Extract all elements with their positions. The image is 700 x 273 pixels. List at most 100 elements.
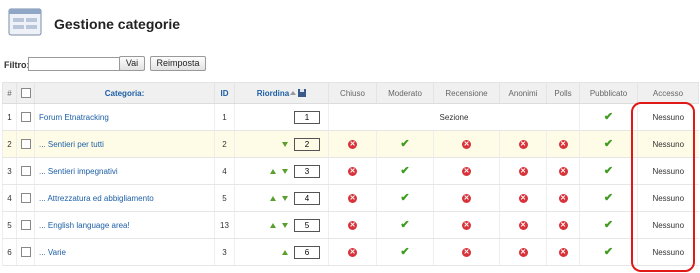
col-category[interactable]: Categoria:: [34, 82, 215, 104]
category-manager-icon: [8, 8, 42, 36]
move-down-icon[interactable]: [282, 222, 288, 228]
access-cell[interactable]: Nessuno: [637, 238, 699, 266]
move-down-icon[interactable]: [282, 168, 288, 174]
check-icon[interactable]: ✔: [604, 192, 613, 204]
access-cell[interactable]: Nessuno: [637, 103, 699, 131]
check-icon[interactable]: ✔: [604, 219, 613, 231]
access-cell[interactable]: Nessuno: [637, 211, 699, 239]
cross-icon[interactable]: ✕: [518, 247, 528, 257]
row-checkbox[interactable]: [20, 193, 31, 203]
row-id: 3: [214, 238, 235, 266]
check-icon[interactable]: ✔: [604, 165, 613, 177]
review-cell: ✕: [433, 130, 500, 158]
check-icon[interactable]: ✔: [604, 246, 613, 258]
move-up-icon[interactable]: [270, 168, 276, 174]
cross-icon[interactable]: ✕: [462, 220, 471, 230]
col-id[interactable]: ID: [214, 82, 235, 104]
cross-icon[interactable]: ✕: [348, 193, 357, 203]
move-up-icon[interactable]: [270, 222, 276, 228]
polls-cell: ✕: [546, 211, 580, 239]
order-input[interactable]: 4: [294, 191, 320, 205]
category-link[interactable]: ... Sentieri per tutti: [39, 140, 104, 149]
order-input[interactable]: 2: [294, 137, 320, 151]
cross-icon[interactable]: ✕: [348, 139, 357, 149]
go-button[interactable]: Vai: [119, 56, 145, 71]
move-down-icon[interactable]: [282, 141, 288, 147]
cross-icon[interactable]: ✕: [558, 247, 568, 257]
category-link[interactable]: ... Attrezzatura ed abbigliamento: [39, 194, 154, 203]
row-checkbox[interactable]: [20, 220, 31, 230]
row-checkbox[interactable]: [20, 166, 31, 176]
cross-icon[interactable]: ✕: [348, 220, 357, 230]
cross-icon[interactable]: ✕: [558, 220, 568, 230]
cross-icon[interactable]: ✕: [348, 247, 357, 257]
order-input[interactable]: 1: [294, 110, 320, 124]
category-link[interactable]: ... Sentieri impegnativi: [39, 167, 118, 176]
row-num: 3: [2, 157, 17, 185]
table-row: 1 Forum Etnatracking 1 1 Sezione ✔ Nessu…: [2, 103, 699, 131]
row-checkbox[interactable]: [20, 112, 31, 122]
category-link[interactable]: ... Varie: [39, 248, 66, 257]
cross-icon[interactable]: ✕: [462, 193, 471, 203]
col-review: Recensione: [433, 82, 500, 104]
moderated-cell: ✔: [376, 130, 434, 158]
access-cell[interactable]: Nessuno: [637, 184, 699, 212]
filter-input[interactable]: [28, 57, 120, 71]
order-input[interactable]: 5: [294, 218, 320, 232]
order-header-label[interactable]: Riordina: [257, 89, 289, 98]
row-id: 2: [214, 130, 235, 158]
select-all-checkbox[interactable]: [20, 88, 31, 98]
row-num: 5: [2, 211, 17, 239]
row-checkbox-cell: [16, 157, 35, 185]
review-cell: ✕: [433, 157, 500, 185]
cross-icon[interactable]: ✕: [348, 166, 357, 176]
cross-icon[interactable]: ✕: [558, 139, 568, 149]
row-checkbox-cell: [16, 103, 35, 131]
locked-cell: ✕: [328, 211, 377, 239]
move-down-icon[interactable]: [282, 195, 288, 201]
cross-icon[interactable]: ✕: [558, 166, 568, 176]
save-order-icon[interactable]: [298, 89, 307, 98]
row-checkbox[interactable]: [20, 247, 31, 257]
order-cell: 2: [234, 130, 329, 158]
col-order[interactable]: Riordina: [234, 82, 329, 104]
anonymous-cell: ✕: [499, 157, 547, 185]
cross-icon[interactable]: ✕: [518, 193, 528, 203]
check-icon[interactable]: ✔: [400, 219, 409, 231]
check-icon[interactable]: ✔: [604, 138, 613, 150]
row-num: 6: [2, 238, 17, 266]
table-row: 4 ... Attrezzatura ed abbigliamento 5 4 …: [2, 184, 699, 212]
cross-icon[interactable]: ✕: [462, 247, 471, 257]
check-icon[interactable]: ✔: [400, 165, 409, 177]
cross-icon[interactable]: ✕: [462, 166, 471, 176]
order-cell: 5: [234, 211, 329, 239]
order-input[interactable]: 6: [294, 245, 320, 259]
order-input[interactable]: 3: [294, 164, 320, 178]
col-select-all: [16, 82, 35, 104]
cross-icon[interactable]: ✕: [558, 193, 568, 203]
row-checkbox[interactable]: [20, 139, 31, 149]
check-icon[interactable]: ✔: [400, 192, 409, 204]
filter-label: Filtro:: [4, 60, 30, 70]
cross-icon[interactable]: ✕: [518, 220, 528, 230]
locked-cell: ✕: [328, 184, 377, 212]
access-cell[interactable]: Nessuno: [637, 157, 699, 185]
check-icon[interactable]: ✔: [604, 111, 613, 123]
check-icon[interactable]: ✔: [400, 246, 409, 258]
category-link[interactable]: Forum Etnatracking: [39, 113, 109, 122]
locked-cell: ✕: [328, 157, 377, 185]
reset-button[interactable]: Reimposta: [150, 56, 206, 71]
cross-icon[interactable]: ✕: [462, 139, 471, 149]
order-cell: 4: [234, 184, 329, 212]
table-row: 6 ... Varie 3 6 ✕ ✔ ✕ ✕ ✕ ✔ Nessuno: [2, 238, 699, 266]
cross-icon[interactable]: ✕: [518, 166, 528, 176]
category-link[interactable]: ... English language area!: [39, 221, 130, 230]
check-icon[interactable]: ✔: [400, 138, 409, 150]
category-name-cell: ... Varie: [34, 238, 215, 266]
access-cell[interactable]: Nessuno: [637, 130, 699, 158]
cross-icon[interactable]: ✕: [518, 139, 528, 149]
section-label: Sezione: [328, 103, 580, 131]
move-up-icon[interactable]: [270, 195, 276, 201]
row-checkbox-cell: [16, 184, 35, 212]
move-up-icon[interactable]: [282, 249, 288, 255]
